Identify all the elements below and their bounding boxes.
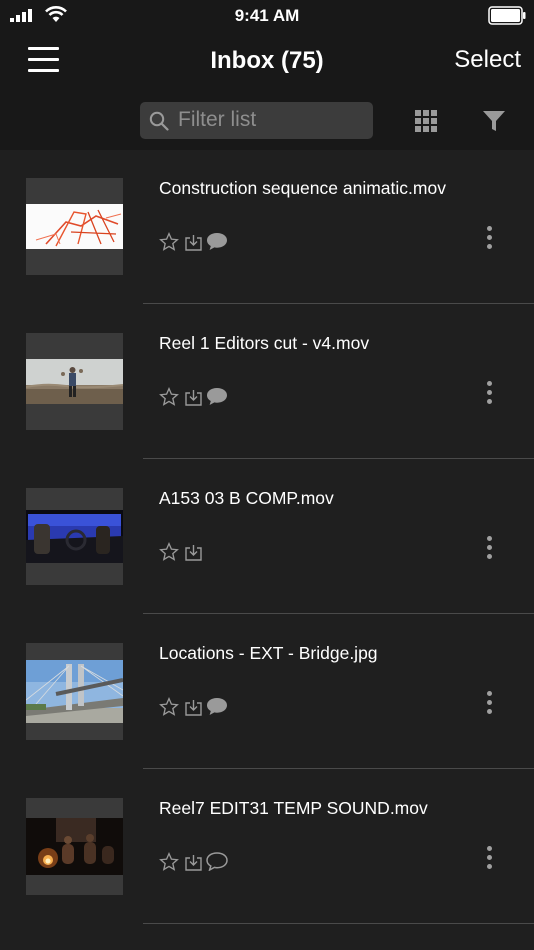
file-row[interactable]: Reel 1 Editors cut - v4.mov bbox=[0, 305, 534, 459]
row-divider bbox=[143, 923, 534, 924]
file-name: Construction sequence animatic.mov bbox=[159, 178, 446, 198]
file-row[interactable]: Construction sequence animatic.mov bbox=[0, 150, 534, 304]
file-thumbnail bbox=[26, 643, 123, 740]
file-thumbnail bbox=[26, 333, 123, 430]
file-name: Reel 1 Editors cut - v4.mov bbox=[159, 333, 370, 353]
file-row[interactable]: Locations - EXT - Bridge.jpg bbox=[0, 615, 534, 769]
download-icon bbox=[185, 234, 202, 252]
select-button[interactable]: Select bbox=[454, 46, 521, 74]
star-icon[interactable] bbox=[159, 697, 181, 719]
download-icon bbox=[185, 854, 202, 872]
more-options-icon[interactable] bbox=[476, 689, 504, 719]
star-icon[interactable] bbox=[159, 542, 181, 564]
row-divider bbox=[143, 303, 534, 304]
comment-filled-icon bbox=[206, 697, 229, 717]
file-thumbnail bbox=[26, 798, 123, 895]
more-options-icon[interactable] bbox=[476, 534, 504, 564]
grid-view-icon[interactable] bbox=[415, 110, 437, 132]
file-name: Locations - EXT - Bridge.jpg bbox=[159, 643, 378, 663]
more-options-icon[interactable] bbox=[476, 379, 504, 409]
file-thumbnail bbox=[26, 488, 123, 585]
download-icon bbox=[185, 389, 202, 407]
more-options-icon[interactable] bbox=[476, 224, 504, 254]
comment-outline-icon bbox=[206, 852, 229, 872]
row-divider bbox=[143, 458, 534, 459]
comment-filled-icon bbox=[206, 387, 229, 407]
funnel-filter-icon[interactable] bbox=[482, 109, 506, 133]
filter-list-input[interactable]: Filter list bbox=[140, 102, 373, 139]
file-row[interactable]: A153 03 B COMP.mov bbox=[0, 460, 534, 614]
star-icon[interactable] bbox=[159, 387, 181, 409]
file-list: Construction sequence animatic.mov Reel … bbox=[0, 150, 534, 950]
row-divider bbox=[143, 768, 534, 769]
file-name: Reel7 EDIT31 TEMP SOUND.mov bbox=[159, 798, 428, 818]
navigation-bar: Inbox (75) Select bbox=[0, 32, 534, 92]
status-time: 9:41 AM bbox=[234, 6, 300, 25]
download-icon bbox=[185, 699, 202, 717]
star-icon[interactable] bbox=[159, 852, 181, 874]
download-icon bbox=[185, 544, 202, 562]
comment-filled-icon bbox=[206, 232, 229, 252]
filter-bar: Filter list bbox=[0, 92, 534, 150]
battery-icon bbox=[488, 6, 526, 25]
row-divider bbox=[143, 613, 534, 614]
search-icon bbox=[149, 111, 169, 131]
status-bar: 9:41 AM bbox=[0, 0, 534, 32]
file-row[interactable]: Reel7 EDIT31 TEMP SOUND.mov bbox=[0, 770, 534, 924]
file-thumbnail bbox=[26, 178, 123, 275]
more-options-icon[interactable] bbox=[476, 844, 504, 874]
filter-placeholder: Filter list bbox=[178, 108, 257, 131]
file-name: A153 03 B COMP.mov bbox=[159, 488, 334, 508]
star-icon[interactable] bbox=[159, 232, 181, 254]
